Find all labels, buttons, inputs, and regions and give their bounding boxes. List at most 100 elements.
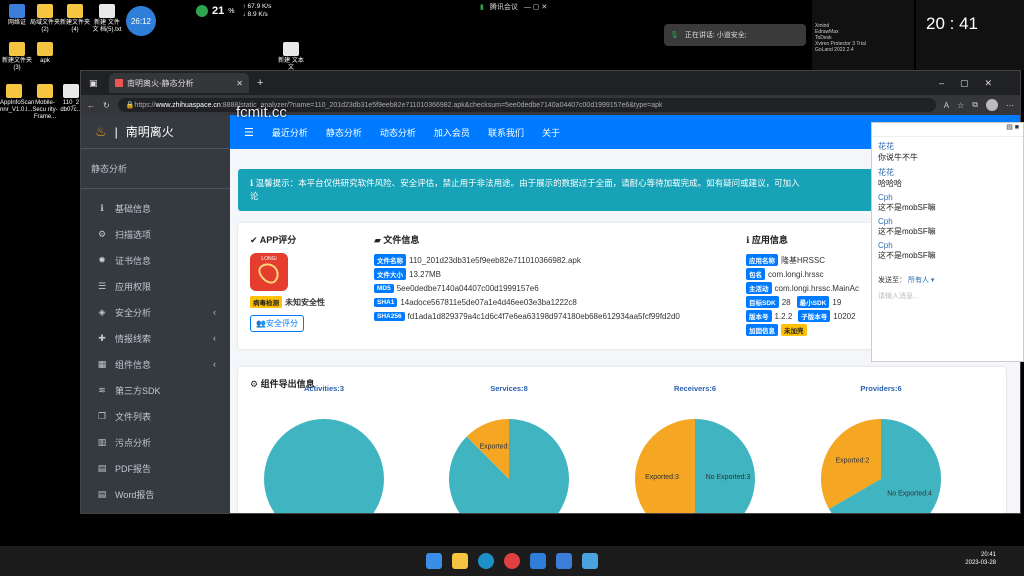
chat-header-icon: ▤ ■ — [872, 123, 1023, 137]
extensions-icon[interactable]: ⧉ — [972, 100, 978, 110]
tray-clock[interactable]: 20:41 2023-03-28 — [956, 551, 996, 567]
desktop-folder-icon[interactable]: Mobile-Secu rity-Frame... — [30, 84, 60, 121]
hamburger-icon[interactable]: ☰ — [244, 126, 254, 139]
sidebar-item[interactable]: ☰ 应用权限 — [81, 273, 230, 299]
reload-icon[interactable]: ↻ — [103, 101, 110, 110]
app-icon[interactable] — [530, 553, 546, 569]
chrome-icon[interactable] — [504, 553, 520, 569]
chevron-left-icon: ‹ — [213, 333, 216, 343]
info-icon: ℹ — [100, 202, 104, 213]
nav-dynamic[interactable]: 动态分析 — [380, 126, 416, 139]
pie-label: Exported:0 — [307, 458, 341, 465]
meeting-app-icon[interactable] — [556, 553, 572, 569]
sidebar-item-label: 文件列表 — [115, 411, 152, 422]
address-bar-row: ← ↻ 🔒 https://www.zhihuaspace.cn:8888/st… — [81, 95, 1020, 115]
window-controls-icon[interactable]: — ▢ ✕ — [524, 3, 547, 11]
sidebar-item[interactable]: ≋ 第三方SDK — [81, 377, 230, 403]
sidebar-item[interactable]: ❐ 文件列表 — [81, 403, 230, 429]
watermark: fcmit.cc — [236, 104, 287, 121]
desktop-icon[interactable]: 网络证 — [2, 4, 32, 27]
sidebar-heading: 静态分析 — [81, 149, 230, 189]
sidebar-item[interactable]: ⚙ 扫描选项 — [81, 221, 230, 247]
notepad-icon[interactable] — [582, 553, 598, 569]
pie-slice[interactable] — [635, 419, 695, 513]
file-explorer-icon[interactable] — [452, 553, 468, 569]
desktop-folder-icon[interactable]: 新建文件夹 (4) — [60, 4, 90, 34]
nav-member[interactable]: 加入会员 — [434, 126, 470, 139]
pie-slice[interactable] — [829, 419, 941, 513]
plus-icon: ✚ — [98, 332, 106, 343]
chat-input[interactable]: 请输入消息... — [878, 291, 1023, 301]
chat-sender: 花花 — [878, 168, 894, 177]
browser-tab[interactable]: 南明离火-静态分析 ✕ — [109, 73, 249, 93]
url-host: www.zhihuaspace.cn — [155, 101, 221, 109]
sidebar-item-label: 污点分析 — [115, 437, 152, 448]
speaking-text: 正在讲话: 小道安全; — [684, 32, 747, 39]
sidebar-item[interactable]: ✹ 证书信息 — [81, 247, 230, 273]
chat-message: 这不是mobSF嘛 — [878, 203, 936, 212]
pie-slice[interactable] — [449, 419, 569, 513]
pie-slice[interactable] — [821, 419, 881, 509]
desktop-file-icon[interactable]: 110_2 db07c... — [60, 84, 82, 114]
desktop-folder-icon[interactable]: AppInfoScan nnr_V1.0.l... — [0, 84, 34, 114]
pie-slice[interactable] — [466, 419, 509, 479]
tab-title: 南明离火-静态分析 — [127, 78, 194, 88]
sidebar-item[interactable]: ℹ 基础信息 — [81, 195, 230, 221]
pie-label: Exported:1 — [479, 444, 513, 451]
avatar[interactable] — [986, 99, 998, 111]
chart-icon: ▥ — [97, 436, 107, 447]
brand-name: 南明离火 — [125, 125, 174, 139]
cpu-unit: % — [228, 7, 235, 15]
sidebar-item[interactable]: ▥ 污点分析 — [81, 429, 230, 455]
desktop-icon-label: Mobile-Secu rity-Frame... — [32, 100, 58, 120]
new-tab-icon[interactable]: + — [257, 77, 263, 89]
desktop-file-icon[interactable]: 新建 文件文 档(5).txt — [92, 4, 122, 34]
cpu-percent: 21 — [212, 5, 225, 17]
version-row: 版本号 1.2.2 子版本号 10202 — [746, 309, 856, 323]
start-icon[interactable] — [426, 553, 442, 569]
brand[interactable]: ♨ | 南明离火 — [81, 115, 230, 149]
word-icon: ▤ — [97, 488, 107, 499]
chat-message: 这不是mobSF嘛 — [878, 227, 936, 236]
meeting-bar[interactable]: ▮ 腾讯会议 — ▢ ✕ — [480, 2, 547, 12]
app-logo: LONGi — [250, 253, 288, 291]
desktop-folder-icon[interactable]: 新建文件夹 (3) — [2, 42, 32, 72]
cog-icon: ⚙ — [97, 228, 107, 239]
sidebar-item[interactable]: ▦ 组件信息 ‹ — [81, 351, 230, 377]
back-icon[interactable]: ← — [87, 101, 95, 110]
nav-contact[interactable]: 联系我们 — [488, 126, 524, 139]
tab-menu-icon[interactable]: ▣ — [89, 78, 98, 89]
desktop-folder-icon[interactable]: apk — [30, 42, 60, 65]
favorite-icon[interactable]: ☆ — [957, 101, 964, 110]
url-path: :8888/static_analyzer/?name=110_201d23db… — [220, 101, 663, 109]
tab-bar: ▣ 南明离火-静态分析 ✕ + –▢✕ — [81, 71, 1020, 95]
recent-item[interactable]: GoLand 2022.2.4 — [815, 47, 911, 53]
edge-icon[interactable] — [478, 553, 494, 569]
sidebar-item[interactable]: ◈ 安全分析 ‹ — [81, 299, 230, 325]
sidebar-item[interactable]: ▤ Word报告 — [81, 481, 230, 507]
nav-about[interactable]: 关于 — [542, 126, 560, 139]
nav-static[interactable]: 静态分析 — [326, 126, 362, 139]
send-to-row: 发送至： 所有人 ▾ — [878, 275, 1023, 285]
list-icon: ☰ — [97, 280, 107, 291]
desktop-file-icon[interactable]: 新建 文本文 — [276, 42, 306, 72]
more-icon[interactable]: ⋯ — [1006, 101, 1014, 110]
files-icon: ❐ — [97, 410, 107, 421]
read-aloud-icon[interactable]: A — [944, 101, 949, 110]
pie-slice[interactable] — [695, 419, 755, 513]
virus-label: 病毒检测 — [250, 296, 282, 308]
sidebar-item[interactable]: ▤ PDF报告 — [81, 455, 230, 481]
nav-recent[interactable]: 最近分析 — [272, 126, 308, 139]
desktop-folder-icon[interactable]: 局域文件夹 (2) — [30, 4, 60, 34]
speaking-indicator: 🎙 正在讲话: 小道安全; — [664, 24, 806, 46]
sidebar-item-label: Word报告 — [115, 489, 155, 500]
security-score-button[interactable]: 👥安全评分 — [250, 315, 304, 332]
sidebar: ♨ | 南明离火 静态分析 ℹ 基础信息 ⚙ 扫描选项 ✹ 证书信息 ☰ 应用权限 ◈ 安全分析 ‹ ✚… — [81, 115, 230, 513]
sidebar-item-label: 第三方SDK — [115, 385, 161, 396]
close-tab-icon[interactable]: ✕ — [236, 79, 243, 88]
window-controls-icon[interactable]: –▢✕ — [939, 78, 1008, 89]
file-row: SHA1 14adoce567811e5de07a1e4d46ee03e3ba12… — [374, 295, 577, 309]
pie-slice[interactable] — [264, 419, 384, 513]
send-target-select[interactable]: 所有人 ▾ — [908, 277, 934, 284]
sidebar-item[interactable]: ✚ 情报线索 ‹ — [81, 325, 230, 351]
